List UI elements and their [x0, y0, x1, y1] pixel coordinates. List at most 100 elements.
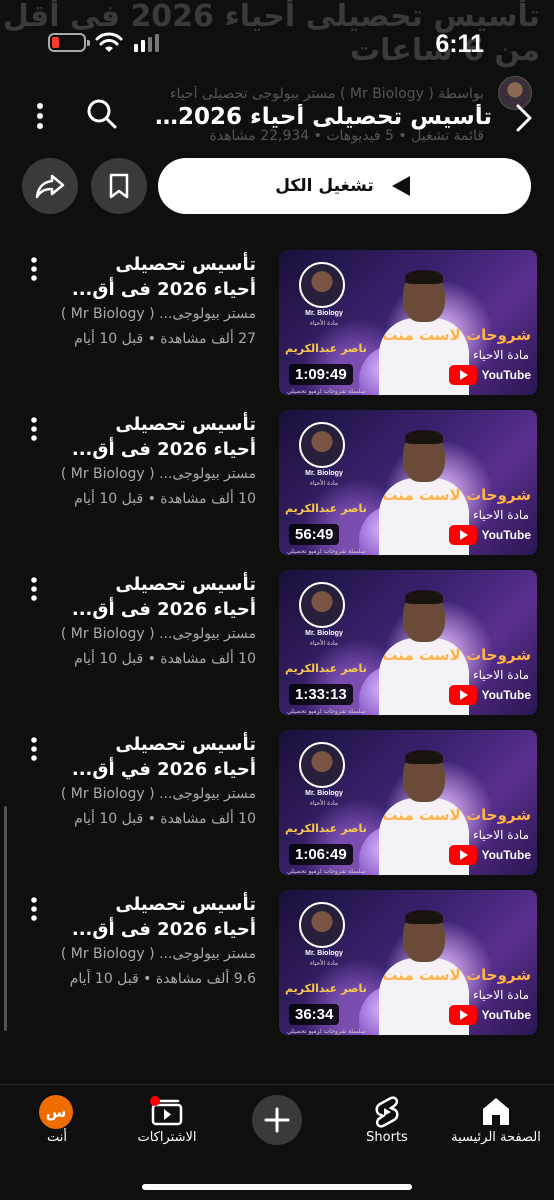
share-icon [35, 174, 65, 199]
thumbnail-brand: Mr. Biology [305, 310, 343, 317]
nav-subscriptions-label: الاشتراكات [137, 1130, 197, 1145]
play-all-label: تشغيل الكل [275, 176, 374, 196]
video-duration: 56:49 [289, 524, 340, 545]
nav-you[interactable]: س أنت [2, 1085, 112, 1165]
youtube-logo-icon [449, 845, 478, 865]
thumbnail-brand: Mr. Biology [305, 630, 343, 637]
youtube-badge: YouTube [449, 1005, 531, 1025]
video-list-item[interactable]: Mr. Biology مادة الأحياء ناصر عبدالكريم … [0, 250, 554, 396]
video-duration: 36:34 [289, 1004, 340, 1025]
video-channel: مستر بيولوجى... ( Mr Biology ) [60, 946, 256, 962]
youtube-logo-icon [449, 525, 478, 545]
video-title[interactable]: تأسيس تحصيلى أحياء 2026 في أق... [56, 732, 256, 782]
youtube-badge-text: YouTube [481, 1008, 531, 1022]
video-thumbnail[interactable]: Mr. Biology مادة الأحياء ناصر عبدالكريم … [279, 570, 537, 715]
video-list-item[interactable]: Mr. Biology مادة الأحياء ناصر عبدالكريم … [0, 890, 554, 1036]
thumbnail-avatar [299, 422, 345, 468]
video-thumbnail[interactable]: Mr. Biology مادة الأحياء ناصر عبدالكريم … [279, 250, 537, 395]
thumbnail-brand-subtitle: مادة الأحياء [309, 640, 339, 647]
video-list-item[interactable]: Mr. Biology مادة الأحياء ناصر عبدالكريم … [0, 410, 554, 556]
video-thumbnail[interactable]: Mr. Biology مادة الأحياء ناصر عبدالكريم … [279, 410, 537, 555]
video-list-item[interactable]: Mr. Biology مادة الأحياء ناصر عبدالكريم … [0, 730, 554, 876]
thumbnail-subject: مادة الاحياء [472, 988, 529, 1002]
wifi-icon [95, 32, 123, 52]
more-vert-icon[interactable] [22, 254, 46, 284]
user-avatar: س [39, 1095, 73, 1129]
more-vert-icon[interactable] [22, 414, 46, 444]
thumbnail-presenter-name: ناصر عبدالكريم [285, 662, 367, 675]
thumbnail-brand: Mr. Biology [305, 950, 343, 957]
youtube-badge: YouTube [449, 365, 531, 385]
youtube-badge-text: YouTube [481, 848, 531, 862]
video-title-line1: تأسيس تحصيلى [115, 414, 256, 435]
nav-shorts-label: Shorts [366, 1130, 408, 1145]
video-title[interactable]: تأسيس تحصيلى أحياء 2026 فى أق... [56, 892, 256, 942]
thumbnail-subject: مادة الاحياء [472, 508, 529, 522]
more-vert-icon[interactable] [22, 734, 46, 764]
more-vert-icon[interactable] [26, 98, 54, 134]
thumbnail-presenter-name: ناصر عبدالكريم [285, 342, 367, 355]
video-list-item[interactable]: Mr. Biology مادة الأحياء ناصر عبدالكريم … [0, 570, 554, 716]
video-meta: 27 ألف مشاهدة • قبل 10 أيام [74, 331, 256, 347]
thumbnail-brand: Mr. Biology [305, 470, 343, 477]
youtube-logo-icon [449, 1005, 478, 1025]
video-meta: 9.6 ألف مشاهدة • قبل 10 أيام [69, 971, 256, 987]
thumbnail-headline: شروحات لاست منت [382, 486, 531, 504]
bottom-nav: الصفحة الرئيسية Shorts الاشتراكات س أنت [0, 1084, 554, 1200]
search-icon[interactable] [84, 96, 120, 132]
nav-subscriptions[interactable]: الاشتراكات [112, 1085, 222, 1165]
thumbnail-brand-subtitle: مادة الأحياء [309, 960, 339, 967]
thumbnail-headline: شروحات لاست منت [382, 966, 531, 984]
video-title[interactable]: تأسيس تحصيلى أحياء 2026 فى أق... [56, 572, 256, 622]
nav-create[interactable] [222, 1085, 332, 1165]
nav-home[interactable]: الصفحة الرئيسية [441, 1085, 551, 1165]
save-playlist-button[interactable] [91, 158, 147, 214]
thumbnail-brand-subtitle: مادة الأحياء [309, 800, 339, 807]
video-meta: 10 ألف مشاهدة • قبل 10 أيام [74, 811, 256, 827]
video-title-line2: أحياء 2026 في أق... [71, 759, 256, 780]
thumbnail-subject: مادة الاحياء [472, 348, 529, 362]
subscriptions-icon [150, 1096, 183, 1126]
playlist-stats: قائمة تشغيل • 5 فيديوهات • 22,934 مشاهدة [209, 128, 484, 144]
thumbnail-brand-subtitle: مادة الأحياء [309, 320, 339, 327]
create-button[interactable] [252, 1095, 302, 1145]
video-duration: 1:33:13 [289, 684, 353, 705]
video-meta: 10 ألف مشاهدة • قبل 10 أيام [74, 651, 256, 667]
home-indicator [142, 1184, 412, 1190]
plus-icon [264, 1107, 290, 1133]
playlist-header: بواسطة ( Mr Biology ) مستر بيولوجى تحصيل… [0, 72, 554, 156]
more-vert-icon[interactable] [22, 894, 46, 924]
thumbnail-avatar [299, 742, 345, 788]
video-title-line2: أحياء 2026 فى أق... [71, 919, 256, 940]
thumbnail-presenter-name: ناصر عبدالكريم [285, 822, 367, 835]
thumbnail-brand: Mr. Biology [305, 790, 343, 797]
back-arrow-icon[interactable] [504, 100, 540, 136]
video-channel: مستر بيولوجى... ( Mr Biology ) [60, 466, 256, 482]
youtube-badge: YouTube [449, 685, 531, 705]
play-all-button[interactable]: تشغيل الكل [158, 158, 531, 214]
thumbnail-avatar [299, 582, 345, 628]
youtube-badge: YouTube [449, 845, 531, 865]
signal-icon [134, 34, 159, 52]
video-title[interactable]: تأسيس تحصيلى أحياء 2026 فى أق... [56, 252, 256, 302]
video-channel: مستر بيولوجى... ( Mr Biology ) [60, 786, 256, 802]
thumbnail-avatar [299, 902, 345, 948]
video-title-line1: تأسيس تحصيلى [115, 254, 256, 275]
video-thumbnail[interactable]: Mr. Biology مادة الأحياء ناصر عبدالكريم … [279, 730, 537, 875]
scrollbar[interactable] [4, 806, 7, 1031]
video-title-line2: أحياء 2026 فى أق... [71, 439, 256, 460]
share-button[interactable] [22, 158, 78, 214]
youtube-badge-text: YouTube [481, 688, 531, 702]
nav-shorts[interactable]: Shorts [332, 1085, 442, 1165]
thumbnail-footer: سلسلة شروحات لرميو تحصيلي [287, 548, 366, 555]
thumbnail-headline: شروحات لاست منت [382, 646, 531, 664]
video-title[interactable]: تأسيس تحصيلى أحياء 2026 فى أق... [56, 412, 256, 462]
video-title-line2: أحياء 2026 فى أق... [71, 599, 256, 620]
thumbnail-footer: سلسلة شروحات لرميو تحصيلي [287, 708, 366, 715]
video-thumbnail[interactable]: Mr. Biology مادة الأحياء ناصر عبدالكريم … [279, 890, 537, 1035]
video-title-line1: تأسيس تحصيلى [115, 734, 256, 755]
more-vert-icon[interactable] [22, 574, 46, 604]
thumbnail-headline: شروحات لاست منت [382, 326, 531, 344]
bookmark-icon [109, 173, 129, 199]
video-title-line1: تأسيس تحصيلى [115, 894, 256, 915]
